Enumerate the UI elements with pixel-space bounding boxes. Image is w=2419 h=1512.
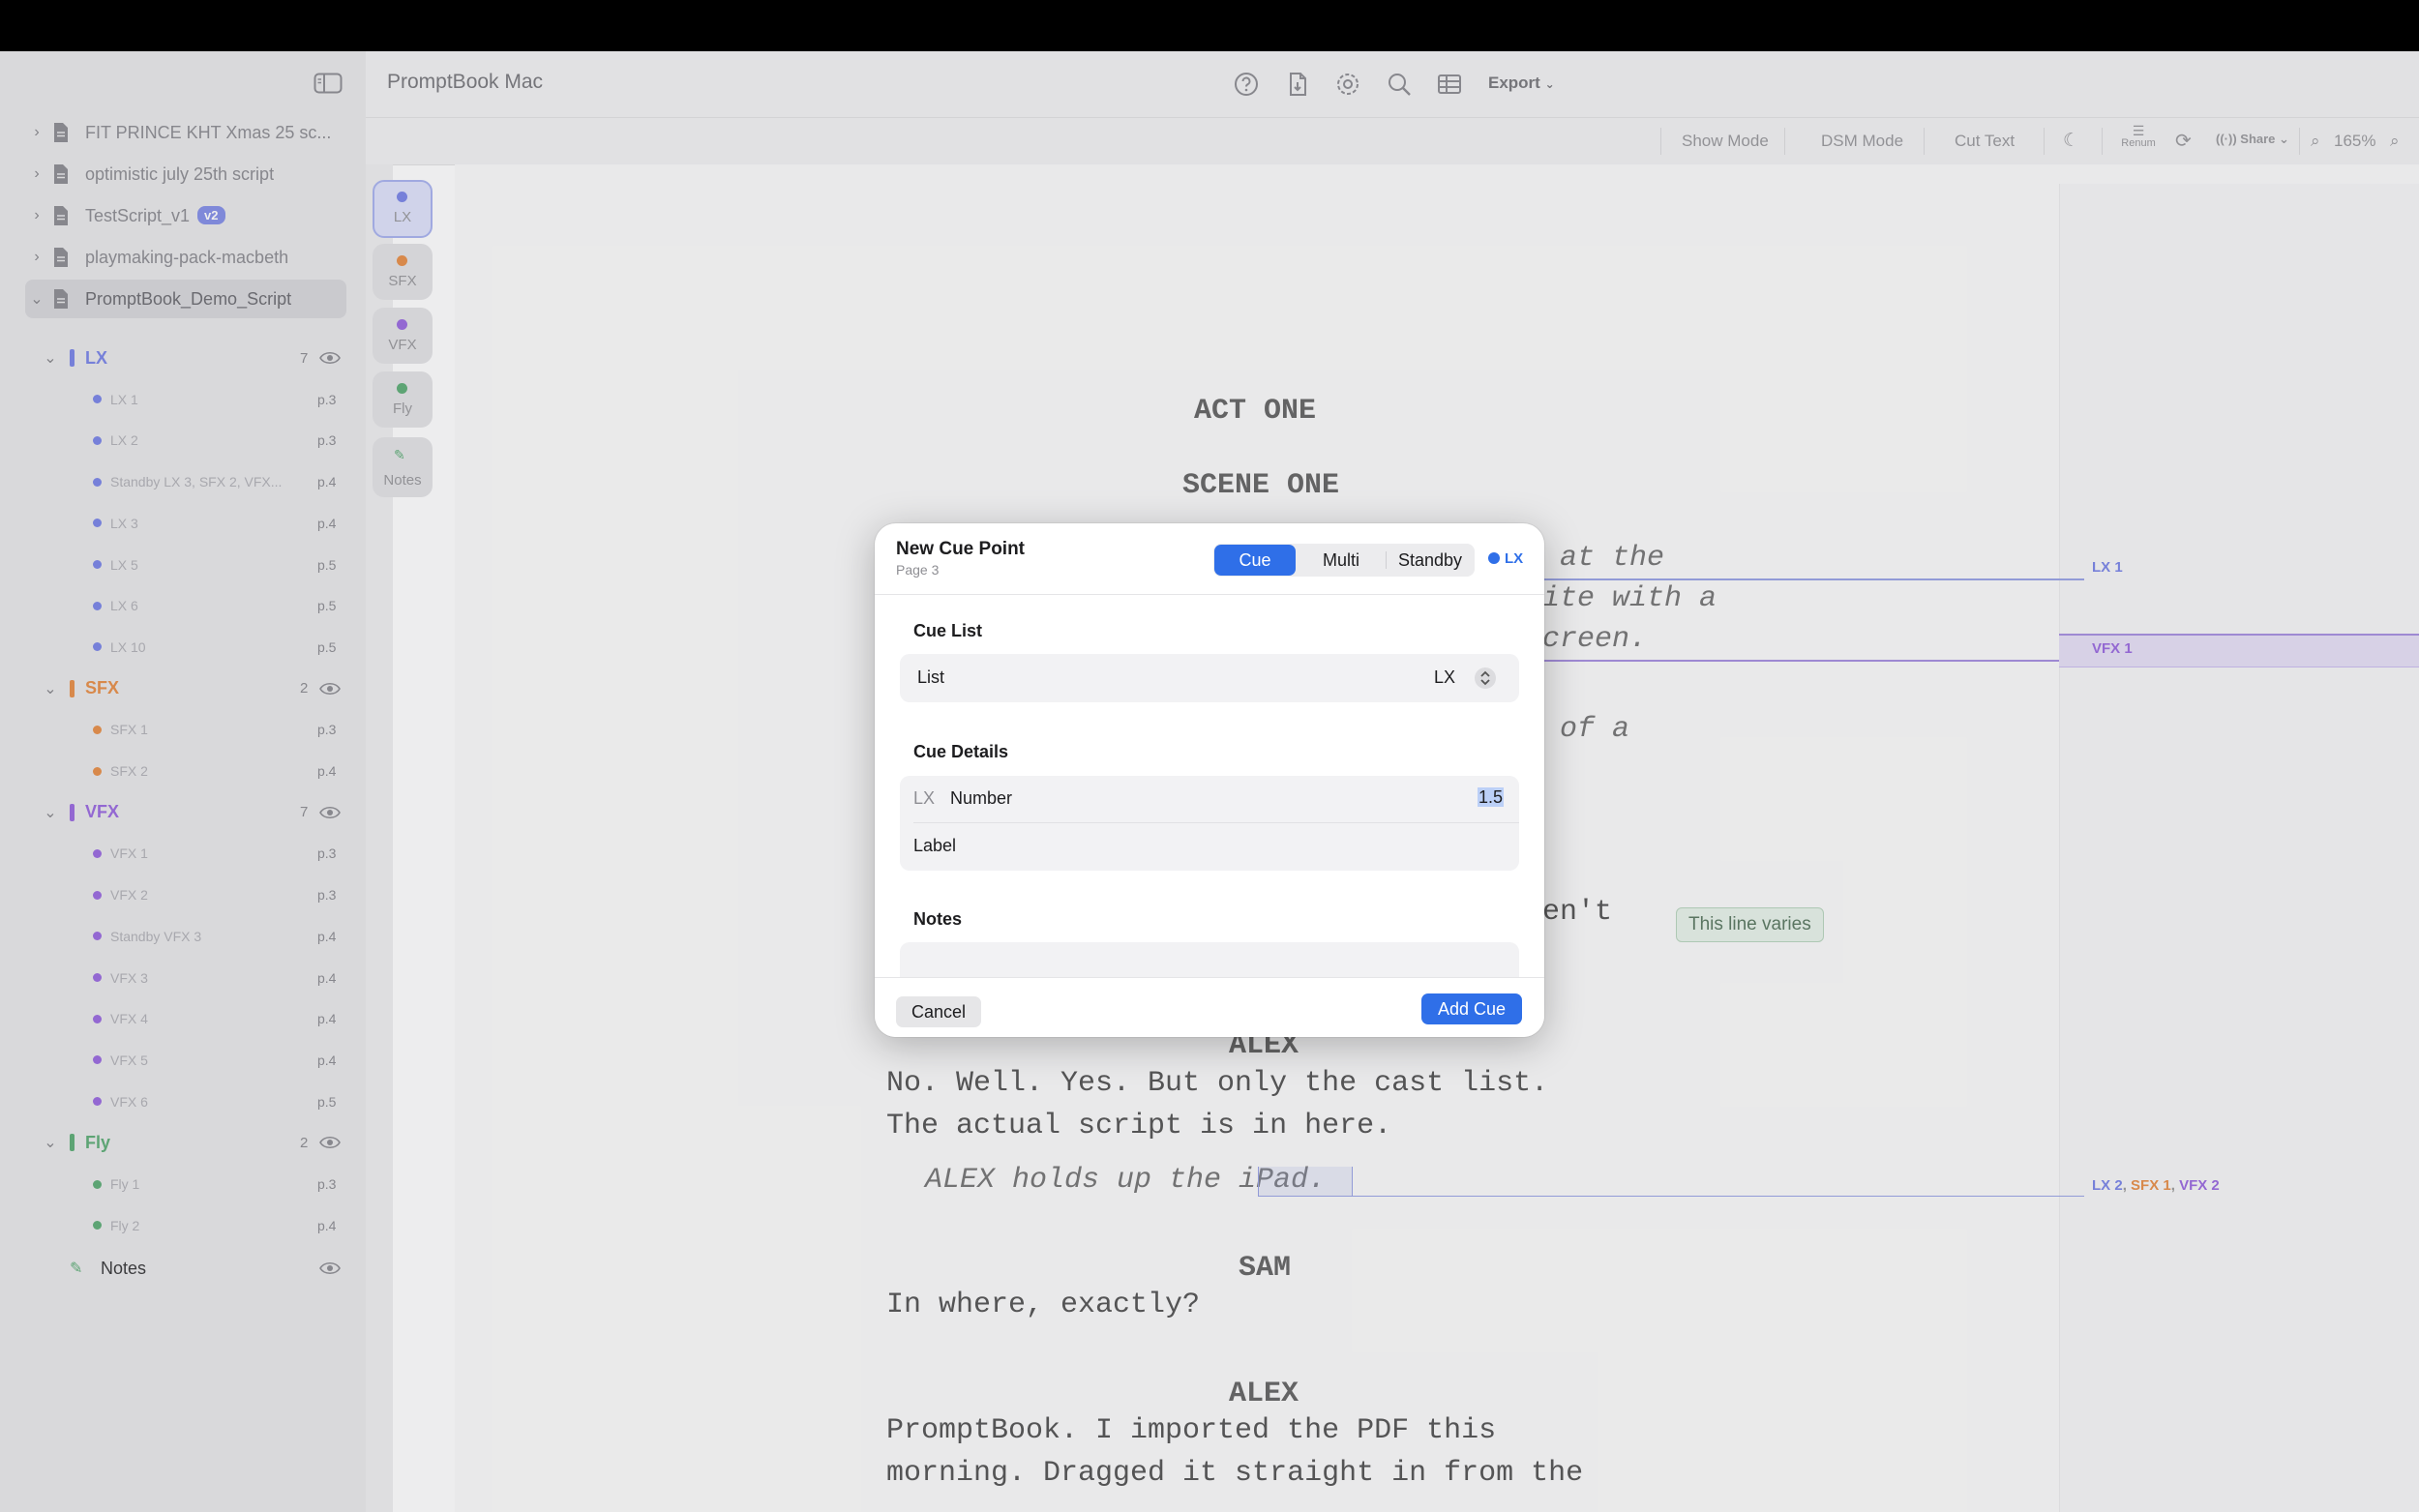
segment-cue[interactable]: Cue — [1214, 545, 1296, 576]
number-label: Number — [950, 788, 1013, 808]
list-value: LX — [1434, 667, 1456, 687]
cue-details-heading: Cue Details — [913, 742, 1009, 761]
cancel-button[interactable]: Cancel — [896, 996, 982, 1027]
system-menu-bar — [0, 0, 2419, 51]
cue-details-group: LX Number 1.5 Label — [900, 776, 1519, 871]
new-cue-point-dialog: New Cue Point Page 3 Cue Multi Standby L… — [875, 523, 1544, 1037]
dialog-title: New Cue Point — [896, 539, 1026, 559]
segment-standby[interactable]: Standby — [1387, 544, 1474, 577]
active-list-indicator: LX — [1488, 550, 1523, 567]
notes-field[interactable] — [900, 942, 1519, 981]
cue-list-selector[interactable]: List LX — [900, 654, 1519, 702]
cue-type-segmented-control: Cue Multi Standby — [1213, 544, 1475, 577]
up-down-stepper-icon[interactable] — [1475, 667, 1496, 689]
add-cue-button[interactable]: Add Cue — [1421, 993, 1523, 1024]
divider — [875, 594, 1544, 595]
list-color-dot — [1488, 552, 1500, 564]
label-field[interactable]: Label — [913, 836, 956, 856]
segment-multi[interactable]: Multi — [1297, 544, 1386, 577]
notes-heading: Notes — [913, 909, 963, 929]
row-divider — [913, 822, 1519, 823]
dialog-subtitle: Page 3 — [896, 562, 940, 578]
number-field[interactable]: 1.5 — [1477, 787, 1504, 808]
cue-prefix: LX — [913, 788, 936, 808]
list-label: List — [917, 667, 945, 687]
cue-list-heading: Cue List — [913, 621, 983, 640]
